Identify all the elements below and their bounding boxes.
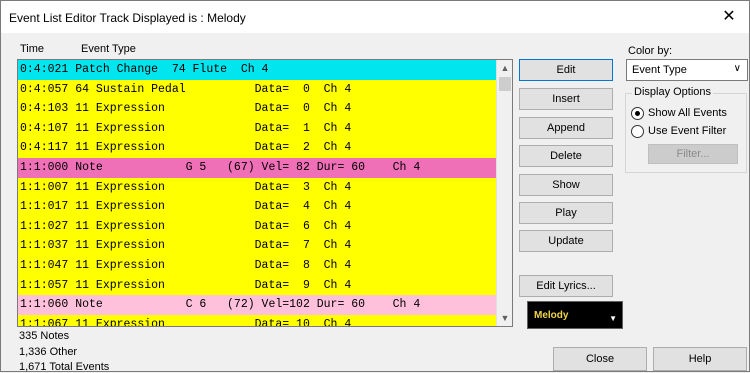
append-button[interactable]: Append — [519, 117, 613, 139]
radio-circle — [631, 125, 644, 138]
scroll-thumb[interactable] — [499, 77, 511, 91]
event-row[interactable]: 1:1:047 11 Expression Data= 8 Ch 4 — [18, 255, 496, 276]
event-row[interactable]: 1:1:067 11 Expression Data= 10 Ch 4 — [18, 314, 496, 326]
display-options-legend: Display Options — [632, 86, 714, 98]
event-row[interactable]: 0:4:117 11 Expression Data= 2 Ch 4 — [18, 138, 496, 158]
color-by-select[interactable]: Event Type ∨ — [626, 59, 748, 81]
chevron-down-icon: ∨ — [733, 63, 741, 74]
event-row[interactable]: 1:1:017 11 Expression Data= 4 Ch 4 — [18, 197, 496, 217]
event-row[interactable]: 1:1:060 Note C 6 (72) Vel=102 Dur= 60 Ch… — [18, 295, 496, 315]
color-by-value: Event Type — [632, 64, 687, 76]
delete-button[interactable]: Delete — [519, 145, 613, 167]
event-list[interactable]: 0:4:021 Patch Change 74 Flute Ch 4 0:4:05… — [17, 59, 513, 327]
play-button[interactable]: Play — [519, 202, 613, 224]
total-events-count: 1,671 Total Events — [19, 361, 110, 373]
event-row[interactable]: 1:1:057 11 Expression Data= 9 Ch 4 — [18, 275, 496, 296]
track-select[interactable]: Melody ▼ — [527, 301, 623, 329]
help-button[interactable]: Help — [653, 347, 747, 371]
radio-selected-dot — [635, 111, 640, 116]
use-event-filter-label: Use Event Filter — [648, 125, 727, 137]
event-row[interactable]: 1:1:007 11 Expression Data= 3 Ch 4 — [18, 177, 496, 198]
scroll-up-icon[interactable]: ▲ — [497, 60, 512, 76]
event-list-scrollbar[interactable]: ▲ ▼ — [496, 60, 512, 326]
color-by-label: Color by: — [628, 45, 673, 57]
close-button[interactable]: Close — [553, 347, 647, 371]
event-row[interactable]: 0:4:021 Patch Change 74 Flute Ch 4 — [18, 60, 496, 80]
edit-lyrics-button[interactable]: Edit Lyrics... — [519, 275, 613, 297]
close-icon[interactable]: ✕ — [717, 6, 741, 28]
insert-button[interactable]: Insert — [519, 88, 613, 110]
radio-circle — [631, 107, 644, 120]
show-button[interactable]: Show — [519, 174, 613, 196]
event-row[interactable]: 1:1:027 11 Expression Data= 6 Ch 4 — [18, 216, 496, 237]
event-row[interactable]: 1:1:037 11 Expression Data= 7 Ch 4 — [18, 236, 496, 256]
show-all-events-radio[interactable]: Show All Events — [631, 106, 743, 122]
track-select-value: Melody — [534, 310, 569, 321]
event-row[interactable]: 0:4:103 11 Expression Data= 0 Ch 4 — [18, 99, 496, 119]
window-title: Event List Editor Track Displayed is : M… — [9, 11, 246, 25]
event-list-editor-window: Event List Editor Track Displayed is : M… — [0, 0, 750, 373]
column-header-time: Time — [20, 43, 45, 55]
event-row[interactable]: 0:4:057 64 Sustain Pedal Data= 0 Ch 4 — [18, 79, 496, 100]
title-bar: Event List Editor Track Displayed is : M… — [1, 1, 749, 33]
event-row[interactable]: 0:4:107 11 Expression Data= 1 Ch 4 — [18, 118, 496, 139]
event-rows: 0:4:021 Patch Change 74 Flute Ch 4 0:4:05… — [18, 60, 496, 326]
display-options-group: Display Options Show All Events Use Even… — [625, 86, 747, 173]
notes-count: 335 Notes — [19, 330, 70, 342]
use-event-filter-radio[interactable]: Use Event Filter — [631, 124, 743, 140]
column-header-event-type: Event Type — [81, 43, 136, 55]
scroll-down-icon[interactable]: ▼ — [497, 310, 512, 326]
update-button[interactable]: Update — [519, 230, 613, 252]
edit-button[interactable]: Edit — [519, 59, 613, 81]
event-row[interactable]: 1:1:000 Note G 5 (67) Vel= 82 Dur= 60 Ch… — [18, 157, 496, 178]
other-count: 1,336 Other — [19, 346, 78, 358]
filter-button[interactable]: Filter... — [648, 144, 738, 164]
show-all-events-label: Show All Events — [648, 107, 727, 119]
chevron-down-icon: ▼ — [609, 314, 617, 323]
